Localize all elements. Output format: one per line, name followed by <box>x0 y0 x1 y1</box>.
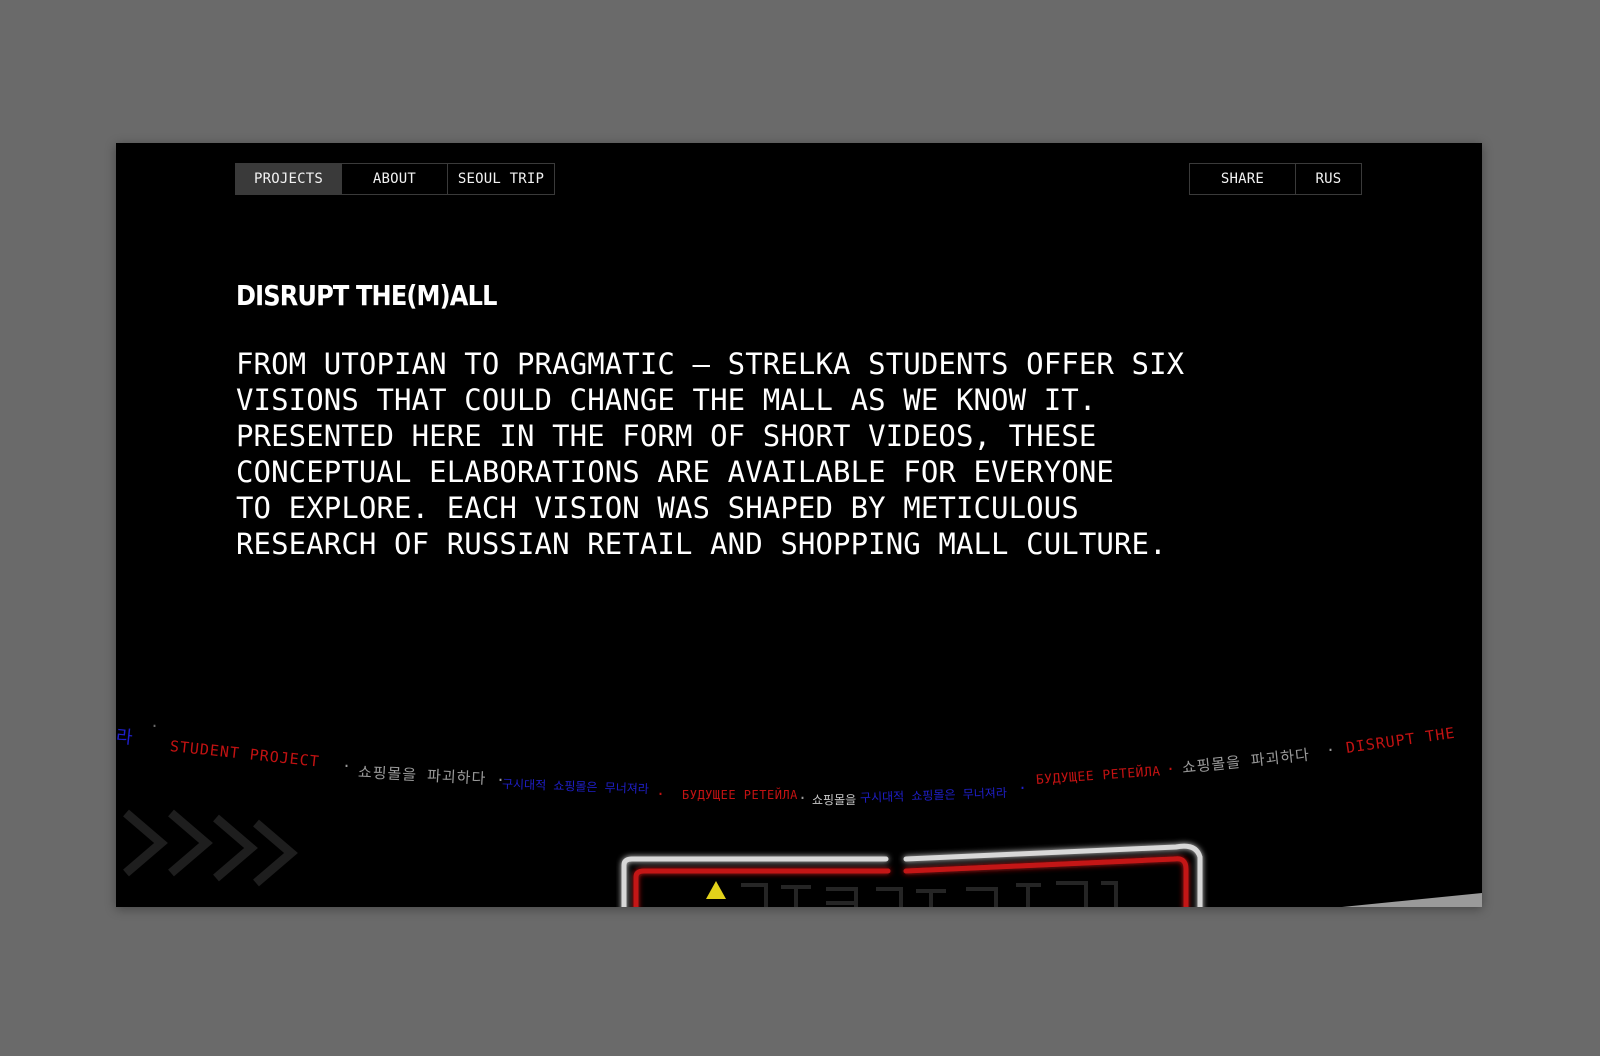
ticker-separator: · <box>1326 741 1337 759</box>
nav-seoul-trip-button[interactable]: SEOUL TRIP <box>447 163 555 195</box>
light-wedge <box>1342 893 1482 907</box>
intro-description: FROM UTOPIAN TO PRAGMATIC — STRELKA STUD… <box>236 347 1185 561</box>
ticker-separator: · <box>656 785 667 803</box>
ticker-russian-future: БУДУЩЕЕ РЕТЕЙЛА <box>1035 764 1162 788</box>
utility-nav: SHARE RUS <box>1189 163 1362 195</box>
ticker-student-project: STUDENT PROJECT <box>169 737 321 771</box>
share-button[interactable]: SHARE <box>1189 163 1296 195</box>
ticker-korean-disrupt: 쇼핑몰을 파괴하다 <box>357 763 487 788</box>
ticker-disrupt: DISRUPT THE <box>1344 723 1457 757</box>
ticker-korean-disrupt: 쇼핑몰을 파괴하다 <box>1181 745 1311 777</box>
nav-projects-button[interactable]: PROJECTS <box>235 163 342 195</box>
ticker-separator: · <box>798 789 809 807</box>
main-nav: PROJECTS ABOUT SEOUL TRIP <box>235 163 555 195</box>
ticker-korean-future: 구시대적 쇼핑몰은 무너져라 <box>501 777 650 797</box>
chevron-right-icon <box>123 809 298 887</box>
neon-sign <box>621 843 1203 907</box>
ticker-fragment: 라 <box>116 726 135 749</box>
browser-viewport: PROJECTS ABOUT SEOUL TRIP SHARE RUS DISR… <box>116 143 1482 907</box>
ticker-korean-short: 쇼핑몰을 <box>812 793 857 807</box>
nav-about-button[interactable]: ABOUT <box>341 163 448 195</box>
ticker-separator: · <box>1166 760 1177 778</box>
ticker-korean-future: 구시대적 쇼핑몰은 무너져라 <box>859 785 1008 805</box>
ticker-russian-future: БУДУЩЕЕ РЕТЕЙЛА <box>682 788 798 802</box>
warning-triangle-icon <box>706 881 726 899</box>
ticker-separator: · <box>342 757 353 775</box>
ticker-separator: · <box>150 717 161 735</box>
language-switch-button[interactable]: RUS <box>1295 163 1362 195</box>
ticker-separator: · <box>1018 779 1029 797</box>
page-title: DISRUPT THE(M)ALL <box>236 279 497 312</box>
